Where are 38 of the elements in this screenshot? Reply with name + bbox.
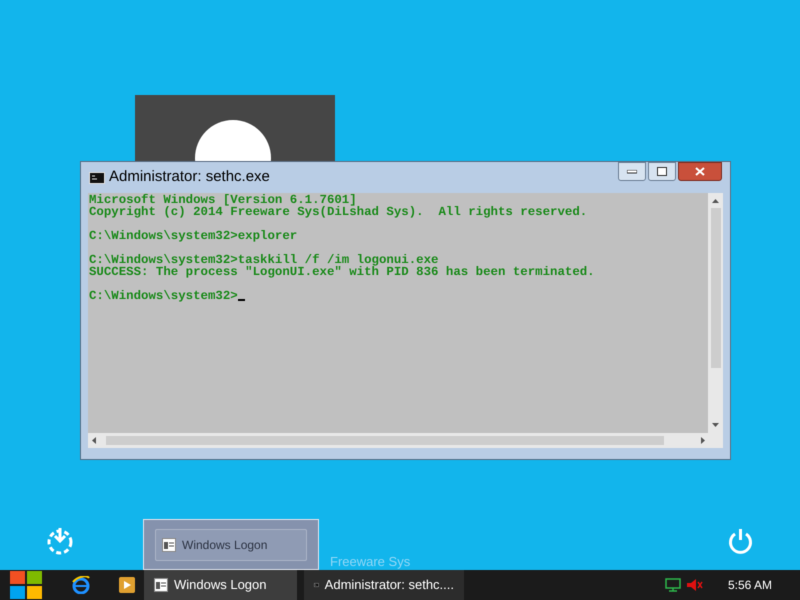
minimize-icon bbox=[627, 170, 637, 174]
maximize-button[interactable] bbox=[648, 162, 676, 181]
maximize-icon bbox=[657, 167, 667, 176]
console-line: Microsoft Windows [Version 6.1.7601] bbox=[89, 194, 357, 206]
text-cursor bbox=[238, 299, 245, 301]
scroll-left-icon bbox=[92, 437, 96, 444]
network-icon[interactable] bbox=[664, 578, 681, 592]
user-silhouette-icon bbox=[195, 120, 271, 161]
horizontal-scrollbar[interactable] bbox=[88, 433, 723, 448]
console-line: C:\Windows\system32>taskkill /f /im logonui.exe bbox=[89, 254, 440, 266]
ease-of-access-icon[interactable] bbox=[46, 527, 74, 555]
taskbar-button[interactable]: Administrator: sethc.... bbox=[304, 570, 464, 600]
browser-icon[interactable] bbox=[72, 576, 90, 594]
command-prompt: C:\Windows\system32> bbox=[89, 290, 238, 302]
clock[interactable]: 5:56 AM bbox=[728, 576, 772, 594]
scroll-right-icon bbox=[701, 437, 705, 444]
close-icon bbox=[695, 167, 705, 176]
taskbar-button[interactable]: Windows Logon bbox=[144, 570, 297, 600]
minimize-button[interactable] bbox=[618, 162, 646, 181]
console-line: Copyright (c) 2014 Freeware Sys(DiLshad Sys). All rights reserved. bbox=[89, 206, 588, 218]
muted-speaker-icon[interactable] bbox=[686, 579, 703, 591]
scroll-up-icon bbox=[712, 199, 719, 203]
preview-item[interactable]: Windows Logon bbox=[155, 528, 307, 560]
start-button[interactable] bbox=[10, 571, 42, 599]
scrollbar-thumb[interactable] bbox=[106, 436, 664, 445]
scroll-down-icon bbox=[712, 423, 719, 427]
window-title: Administrator: sethc.exe bbox=[109, 167, 270, 188]
window-icon bbox=[162, 538, 176, 552]
power-icon[interactable] bbox=[728, 528, 753, 554]
vertical-scrollbar[interactable] bbox=[708, 193, 723, 433]
media-player-icon[interactable] bbox=[119, 577, 135, 593]
footer-text: Freeware Sys bbox=[330, 555, 410, 569]
console-icon bbox=[89, 172, 105, 184]
scrollbar-thumb[interactable] bbox=[710, 208, 720, 368]
console-line: C:\Windows\system32>explorer bbox=[89, 230, 298, 242]
close-button[interactable] bbox=[678, 162, 722, 181]
window-icon bbox=[154, 578, 168, 592]
console-line: SUCCESS: The process "LogonUI.exe" with PID 836 has been terminated. bbox=[89, 266, 596, 278]
